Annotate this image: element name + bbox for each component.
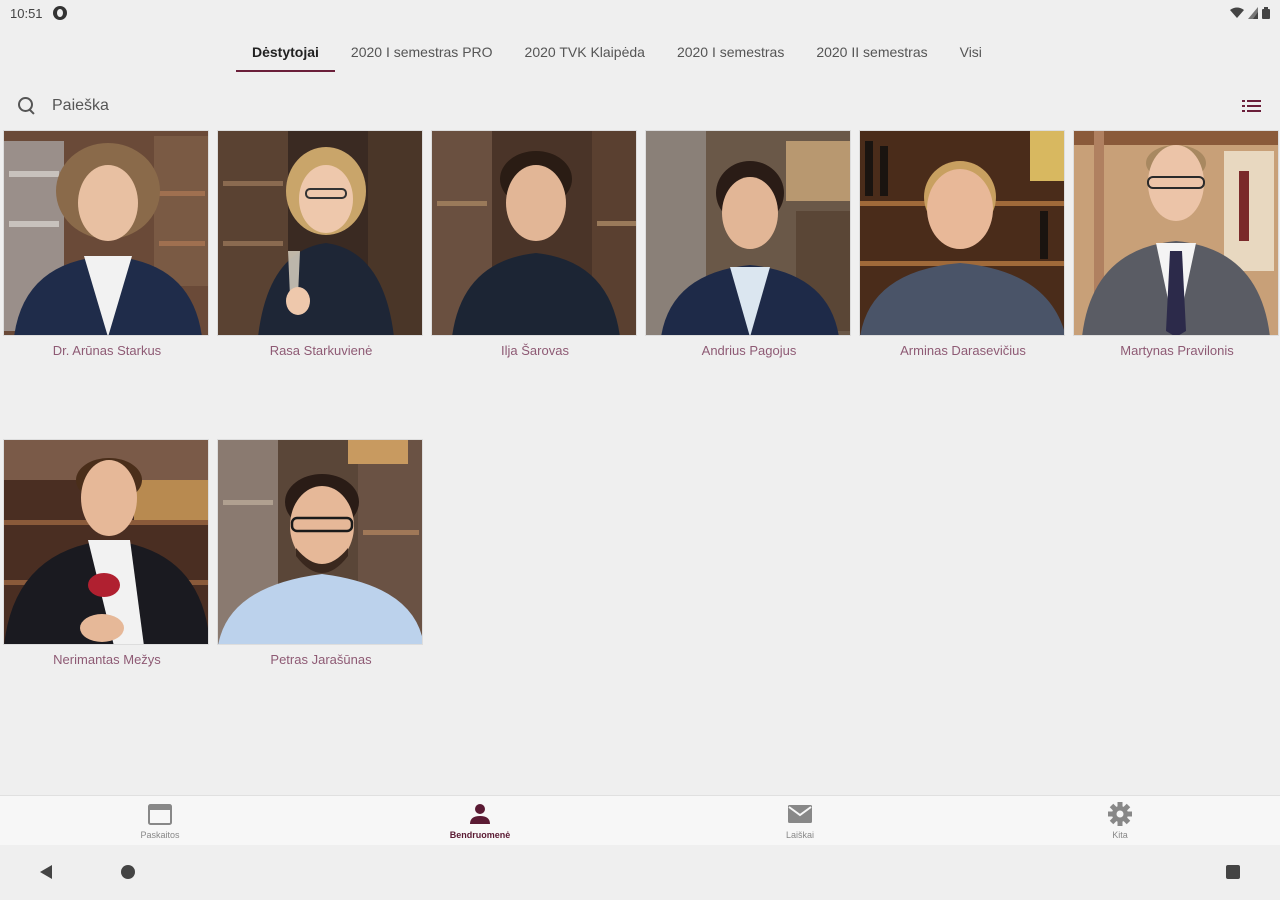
lecturer-photo: [431, 130, 637, 336]
nav-kita[interactable]: Kita: [960, 796, 1280, 845]
tab-label: 2020 I semestras: [676, 44, 785, 60]
search-input[interactable]: [52, 97, 652, 115]
status-time: 10:51: [10, 5, 43, 21]
tab-visi[interactable]: Visi: [944, 34, 998, 70]
lecturer-name: Rasa Starkuvienė: [269, 343, 373, 358]
tab-2020-i-semestras[interactable]: 2020 I semestras: [661, 34, 800, 70]
lecturer-name: Nerimantas Mežys: [53, 652, 161, 667]
back-icon[interactable]: [40, 865, 52, 879]
lecturer-name: Martynas Pravilonis: [1120, 343, 1234, 358]
tab-label: Visi: [959, 44, 982, 60]
lecturer-card[interactable]: Arminas Darasevičius: [859, 130, 1067, 358]
lecturer-photo: [859, 130, 1065, 336]
system-navigation-bar: [0, 845, 1280, 900]
tab-bar: Dėstytojai 2020 I semestras PRO 2020 TVK…: [236, 34, 998, 74]
notification-app-icon: [52, 6, 67, 20]
tab-2020-ii-semestras[interactable]: 2020 II semestras: [800, 34, 943, 70]
tab-label: 2020 I semestras PRO: [350, 44, 493, 60]
search-icon[interactable]: [16, 95, 38, 117]
tab-label: 2020 II semestras: [816, 44, 928, 60]
lecturer-card[interactable]: Andrius Pagojus: [645, 130, 853, 358]
battery-icon: [1262, 7, 1270, 19]
nav-label: Bendruomenė: [449, 829, 511, 840]
nav-laiskai[interactable]: Laiškai: [640, 796, 960, 845]
nav-paskaitos[interactable]: Paskaitos: [0, 796, 320, 845]
search-bar: [0, 88, 1280, 124]
lecturer-card[interactable]: Martynas Pravilonis: [1073, 130, 1280, 358]
home-icon[interactable]: [121, 865, 135, 879]
tab-label: Dėstytojai: [252, 44, 319, 60]
lecturer-photo: [1073, 130, 1279, 336]
lecturer-photo: [217, 439, 423, 645]
lecturer-name: Petras Jarašūnas: [270, 652, 372, 667]
lecturer-name: Dr. Arūnas Starkus: [52, 343, 162, 358]
gear-icon: [1108, 801, 1132, 826]
lecturer-name: Andrius Pagojus: [701, 343, 797, 358]
calendar-icon: [148, 803, 172, 825]
lecturer-card[interactable]: Petras Jarašūnas: [217, 439, 425, 667]
nav-label: Kita: [1112, 829, 1128, 840]
tab-destytojai[interactable]: Dėstytojai: [236, 34, 335, 72]
mail-icon: [788, 804, 812, 823]
lecturer-name: Arminas Darasevičius: [900, 343, 1026, 358]
cell-signal-icon: [1248, 7, 1258, 19]
lecturer-card[interactable]: Dr. Arūnas Starkus: [3, 130, 211, 358]
bottom-navigation: Paskaitos Bendruomenė Laiškai Kita: [0, 795, 1280, 845]
lecturer-photo: [217, 130, 423, 336]
lecturer-photo: [3, 439, 209, 645]
status-bar: 10:51: [0, 0, 1280, 26]
nav-label: Laiškai: [785, 829, 814, 840]
tab-2020-i-semestras-pro[interactable]: 2020 I semestras PRO: [335, 34, 509, 70]
person-icon: [470, 803, 490, 824]
list-view-icon[interactable]: [1242, 97, 1264, 115]
lecturer-photo: [3, 130, 209, 336]
lecturer-name: Ilja Šarovas: [501, 343, 569, 358]
nav-bendruomene[interactable]: Bendruomenė: [320, 796, 640, 845]
wifi-icon: [1230, 7, 1244, 18]
lecturer-card[interactable]: Ilja Šarovas: [431, 130, 639, 358]
lecturer-card[interactable]: Nerimantas Mežys: [3, 439, 211, 667]
tab-label: 2020 TVK Klaipėda: [524, 44, 645, 60]
lecturer-card[interactable]: Rasa Starkuvienė: [217, 130, 425, 358]
recent-apps-icon[interactable]: [1226, 865, 1240, 879]
lecturer-photo: [645, 130, 851, 336]
nav-label: Paskaitos: [140, 829, 180, 840]
tab-2020-tvk-klaipeda[interactable]: 2020 TVK Klaipėda: [509, 34, 661, 70]
